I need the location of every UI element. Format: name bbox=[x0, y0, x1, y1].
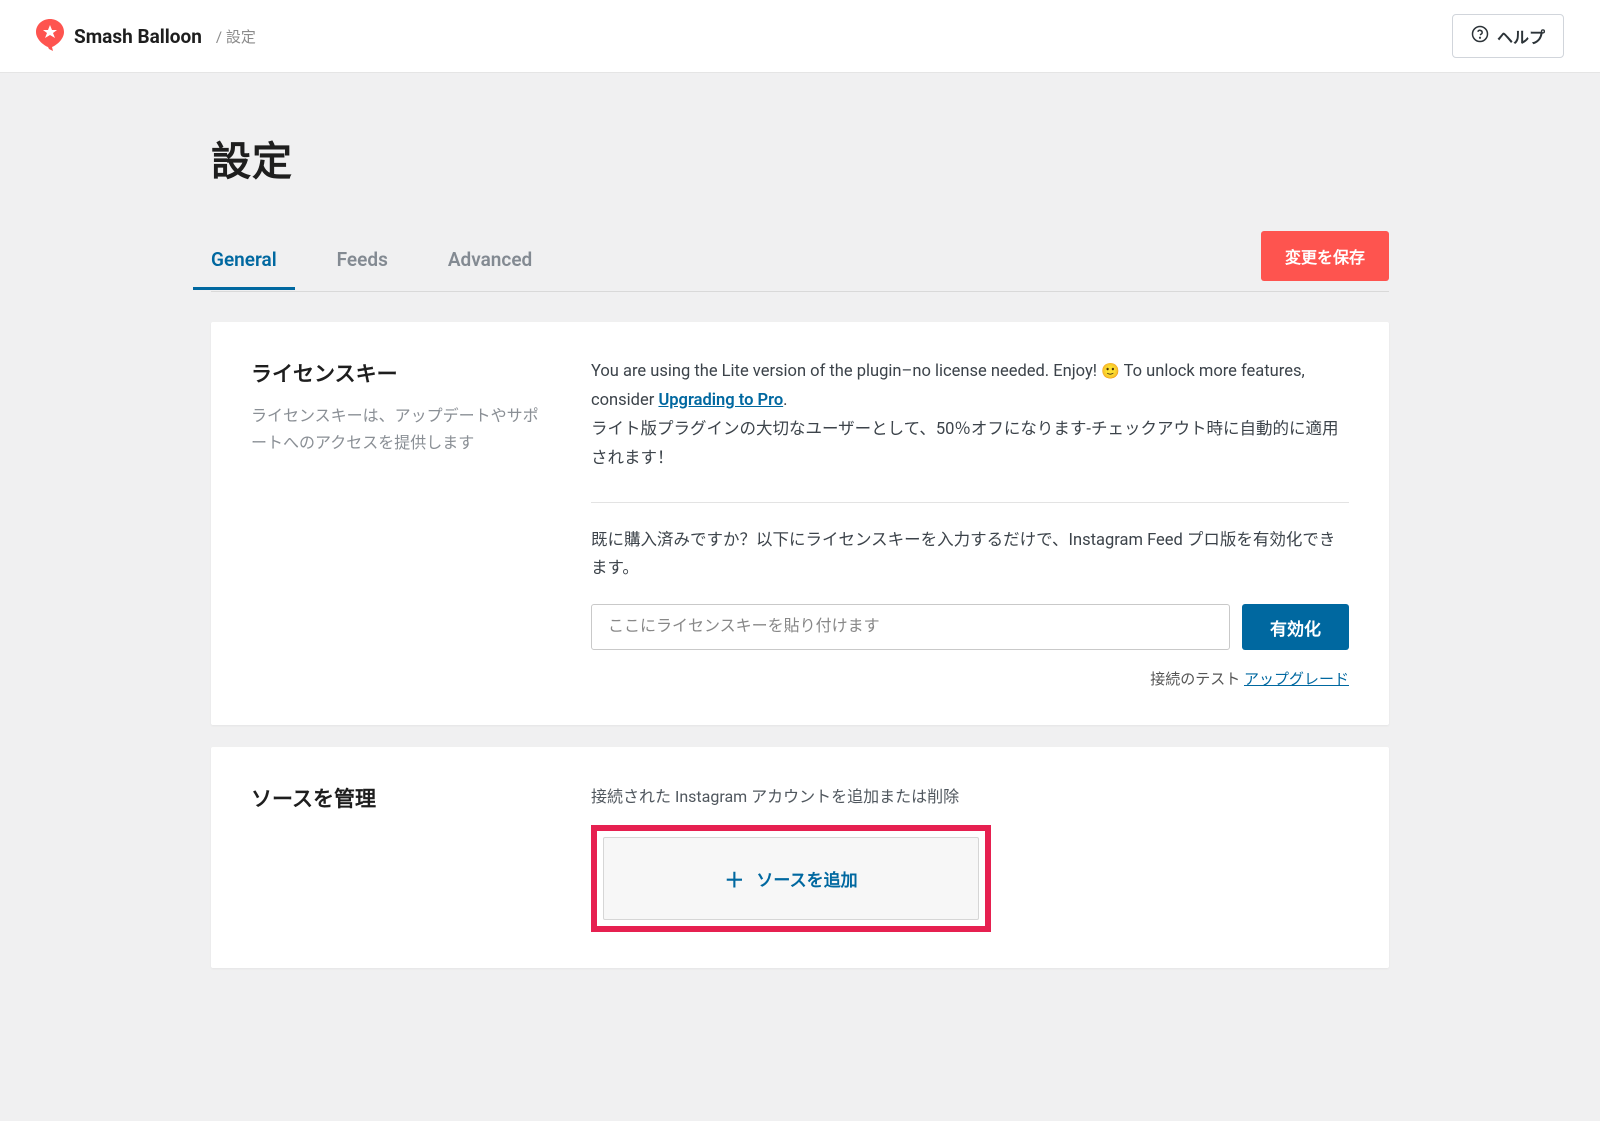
license-input-row: 有効化 bbox=[591, 604, 1349, 650]
help-label: ヘルプ bbox=[1497, 24, 1545, 48]
save-button[interactable]: 変更を保存 bbox=[1261, 231, 1389, 281]
page-title: 設定 bbox=[211, 129, 1389, 187]
lite-text-3: . bbox=[783, 391, 787, 410]
activate-button[interactable]: 有効化 bbox=[1242, 604, 1349, 650]
help-button[interactable]: ヘルプ bbox=[1452, 14, 1564, 58]
smile-icon: 🙂 bbox=[1101, 362, 1120, 380]
tabs: General Feeds Advanced bbox=[211, 234, 532, 289]
divider bbox=[591, 502, 1349, 503]
header-bar: Smash Balloon / 設定 ヘルプ bbox=[0, 0, 1600, 73]
tab-row: General Feeds Advanced 変更を保存 bbox=[211, 231, 1389, 292]
upgrade-link-small[interactable]: アップグレード bbox=[1244, 670, 1349, 688]
license-panel: ライセンスキー ライセンスキーは、アップデートやサポートへのアクセスを提供します… bbox=[211, 322, 1389, 725]
already-purchased-text: 既に購入済みですか？以下にライセンスキーを入力するだけで、Instagram F… bbox=[591, 527, 1349, 585]
add-source-label: ソースを追加 bbox=[756, 866, 857, 891]
sources-panel: ソースを管理 接続された Instagram アカウントを追加または削除 ＋ ソ… bbox=[211, 747, 1389, 968]
lite-version-text: You are using the Lite version of the pl… bbox=[591, 358, 1349, 416]
tab-feeds[interactable]: Feeds bbox=[337, 234, 388, 289]
license-title: ライセンスキー bbox=[251, 358, 551, 388]
sources-title: ソースを管理 bbox=[251, 783, 551, 813]
lite-text-1: You are using the Lite version of the pl… bbox=[591, 362, 1101, 381]
upgrade-pro-link[interactable]: Upgrading to Pro bbox=[658, 391, 783, 410]
header-left: Smash Balloon / 設定 bbox=[36, 20, 256, 52]
brand-name: Smash Balloon bbox=[74, 25, 202, 48]
sources-desc: 接続された Instagram アカウントを追加または削除 bbox=[591, 783, 1349, 807]
license-footer-links: 接続のテスト アップグレード bbox=[591, 668, 1349, 689]
plus-icon: ＋ bbox=[724, 864, 744, 893]
brand-logo[interactable]: Smash Balloon bbox=[36, 20, 202, 52]
add-source-button[interactable]: ＋ ソースを追加 bbox=[603, 837, 979, 920]
license-desc: ライセンスキーは、アップデートやサポートへのアクセスを提供します bbox=[251, 402, 551, 456]
license-key-input[interactable] bbox=[591, 604, 1230, 650]
breadcrumb: / 設定 bbox=[216, 26, 256, 47]
test-connection-label: 接続のテスト bbox=[1150, 670, 1240, 688]
add-source-highlight: ＋ ソースを追加 bbox=[591, 825, 991, 932]
tab-general[interactable]: General bbox=[211, 234, 277, 289]
discount-text: ライト版プラグインの大切なユーザーとして、50％オフになります-チェックアウト時… bbox=[591, 416, 1349, 474]
balloon-icon bbox=[36, 20, 64, 52]
help-icon bbox=[1471, 25, 1489, 48]
tab-advanced[interactable]: Advanced bbox=[448, 234, 532, 289]
